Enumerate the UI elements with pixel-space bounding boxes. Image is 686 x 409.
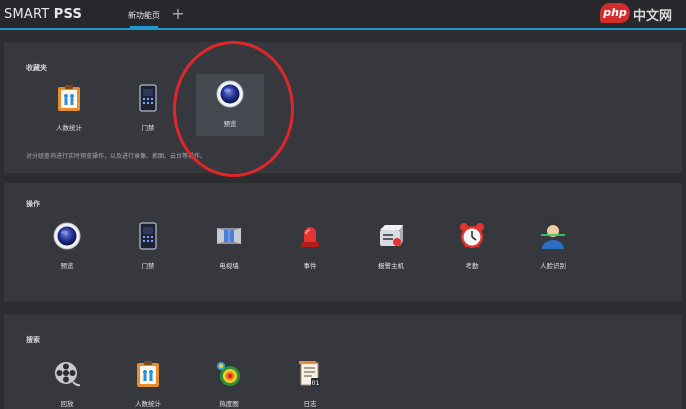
alarm-clock-icon (458, 222, 486, 250)
alarm-light-icon (296, 222, 324, 250)
search-people-count-label: 人数统计 (135, 400, 161, 408)
op-attendance[interactable]: 考勤 (438, 216, 506, 278)
tab-new-function[interactable]: 新功能页 (118, 0, 170, 28)
op-preview-label: 预览 (60, 262, 74, 270)
fav-people-count[interactable]: 人数统计 (35, 78, 103, 140)
op-video-wall-label: 电视墙 (219, 262, 239, 270)
op-attendance-label: 考勤 (465, 262, 479, 270)
log-document-icon (296, 360, 324, 388)
op-event-label: 事件 (303, 262, 317, 270)
favorites-hint: 对分组查询进行实时预览操作，以及进行录像、抓图、云台等操作。 (26, 153, 207, 160)
watermark-logo: php 中文网 (600, 2, 682, 24)
add-tab-button[interactable]: + (170, 4, 186, 23)
search-people-count[interactable]: 人数统计 (114, 354, 182, 409)
face-recognition-icon (539, 222, 567, 250)
search-panel: 搜索 回放 人数统计 热度图 日志 (4, 314, 682, 409)
op-access-control-label: 门禁 (141, 262, 155, 270)
operations-title: 操作 (26, 200, 40, 208)
search-log[interactable]: 日志 (276, 354, 344, 409)
annotation-circle (173, 41, 294, 177)
op-face-recognition[interactable]: 人脸识别 (519, 216, 587, 278)
search-playback[interactable]: 回放 (33, 354, 101, 409)
people-count-icon (134, 360, 162, 388)
favorites-panel: 收藏夹 人数统计 门禁 预览 对分组查询进行实时预览操作，以及进行录像、抓图、云… (4, 42, 682, 173)
app-title: SMART PSS (4, 7, 82, 22)
operations-panel: 操作 预览 门禁 电视墙 事件 报警主机 考勤 人脸识别 (4, 183, 682, 302)
heatmap-icon (215, 360, 243, 388)
app-title-suffix: PSS (53, 7, 83, 22)
watermark-text: 中文网 (633, 9, 673, 24)
film-reel-icon (53, 360, 81, 388)
search-log-label: 日志 (303, 400, 317, 408)
op-event[interactable]: 事件 (276, 216, 344, 278)
video-wall-icon (215, 222, 243, 250)
search-heatmap-label: 热度图 (219, 400, 239, 408)
alarm-host-icon (377, 222, 405, 250)
op-alarm-host-label: 报警主机 (378, 262, 404, 270)
preview-camera-icon (53, 222, 81, 250)
title-bar: SMART PSS 新功能页 + php 中文网 (0, 0, 686, 30)
op-access-control[interactable]: 门禁 (114, 216, 182, 278)
fav-access-control-label: 门禁 (141, 124, 155, 132)
op-face-recognition-label: 人脸识别 (540, 262, 566, 270)
op-alarm-host[interactable]: 报警主机 (357, 216, 425, 278)
access-control-icon (134, 222, 162, 250)
favorites-title: 收藏夹 (26, 64, 47, 72)
watermark-php-badge: php (600, 3, 630, 23)
people-count-icon (55, 84, 83, 112)
access-control-icon (134, 84, 162, 112)
op-preview[interactable]: 预览 (33, 216, 101, 278)
fav-people-count-label: 人数统计 (56, 124, 82, 132)
app-title-prefix: SMART (4, 7, 50, 22)
search-title: 搜索 (26, 336, 40, 344)
search-heatmap[interactable]: 热度图 (195, 354, 263, 409)
search-playback-label: 回放 (60, 400, 74, 408)
op-video-wall[interactable]: 电视墙 (195, 216, 263, 278)
fav-access-control[interactable]: 门禁 (114, 78, 182, 140)
